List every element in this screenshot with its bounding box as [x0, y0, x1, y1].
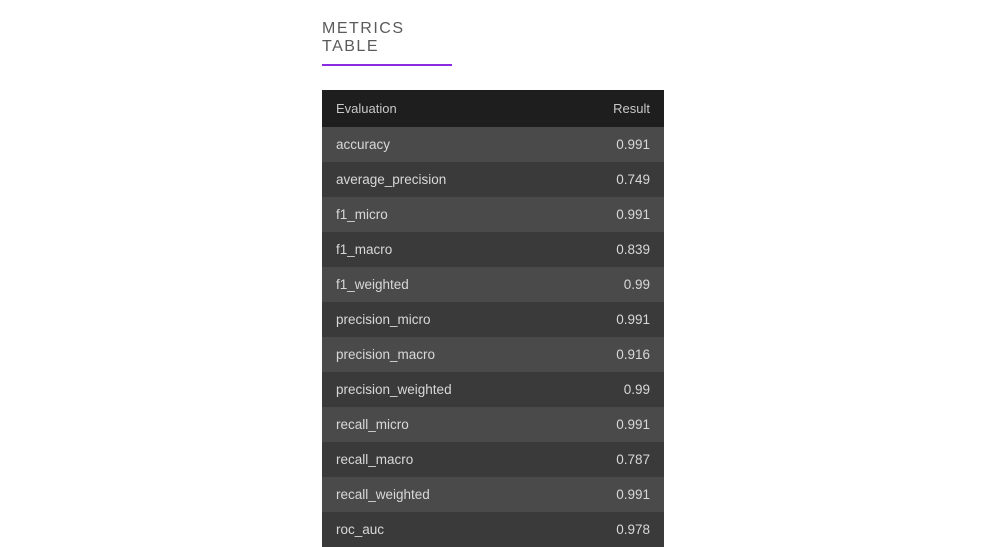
metric-value: 0.787 [558, 442, 664, 477]
metric-value: 0.991 [558, 127, 664, 162]
metric-value: 0.916 [558, 337, 664, 372]
metrics-table-wrap: Evaluation Result accuracy0.991 average_… [322, 90, 664, 547]
table-row: recall_weighted0.991 [322, 477, 664, 512]
table-row: f1_macro0.839 [322, 232, 664, 267]
metric-name: precision_weighted [322, 372, 558, 407]
metrics-table-body: accuracy0.991 average_precision0.749 f1_… [322, 127, 664, 547]
metric-name: recall_weighted [322, 477, 558, 512]
table-row: average_precision0.749 [322, 162, 664, 197]
metric-name: f1_micro [322, 197, 558, 232]
metric-value: 0.99 [558, 267, 664, 302]
metric-value: 0.99 [558, 372, 664, 407]
table-row: f1_weighted0.99 [322, 267, 664, 302]
metric-name: recall_macro [322, 442, 558, 477]
metrics-table: Evaluation Result accuracy0.991 average_… [322, 90, 664, 547]
section-title: METRICS TABLE [322, 20, 452, 66]
metric-value: 0.991 [558, 197, 664, 232]
metric-name: average_precision [322, 162, 558, 197]
metrics-container: METRICS TABLE Evaluation Result accuracy… [0, 0, 1000, 547]
metric-name: precision_macro [322, 337, 558, 372]
col-header-result: Result [558, 90, 664, 127]
table-row: precision_macro0.916 [322, 337, 664, 372]
table-row: precision_weighted0.99 [322, 372, 664, 407]
table-row: accuracy0.991 [322, 127, 664, 162]
table-row: roc_auc0.978 [322, 512, 664, 547]
table-row: f1_micro0.991 [322, 197, 664, 232]
metric-value: 0.991 [558, 407, 664, 442]
metric-name: roc_auc [322, 512, 558, 547]
metric-name: f1_weighted [322, 267, 558, 302]
col-header-evaluation: Evaluation [322, 90, 558, 127]
metric-name: accuracy [322, 127, 558, 162]
metric-value: 0.839 [558, 232, 664, 267]
metric-name: recall_micro [322, 407, 558, 442]
table-row: recall_micro0.991 [322, 407, 664, 442]
table-row: recall_macro0.787 [322, 442, 664, 477]
table-row: precision_micro0.991 [322, 302, 664, 337]
metric-value: 0.991 [558, 477, 664, 512]
metric-value: 0.991 [558, 302, 664, 337]
metric-value: 0.978 [558, 512, 664, 547]
metric-name: f1_macro [322, 232, 558, 267]
metric-value: 0.749 [558, 162, 664, 197]
table-header-row: Evaluation Result [322, 90, 664, 127]
metric-name: precision_micro [322, 302, 558, 337]
